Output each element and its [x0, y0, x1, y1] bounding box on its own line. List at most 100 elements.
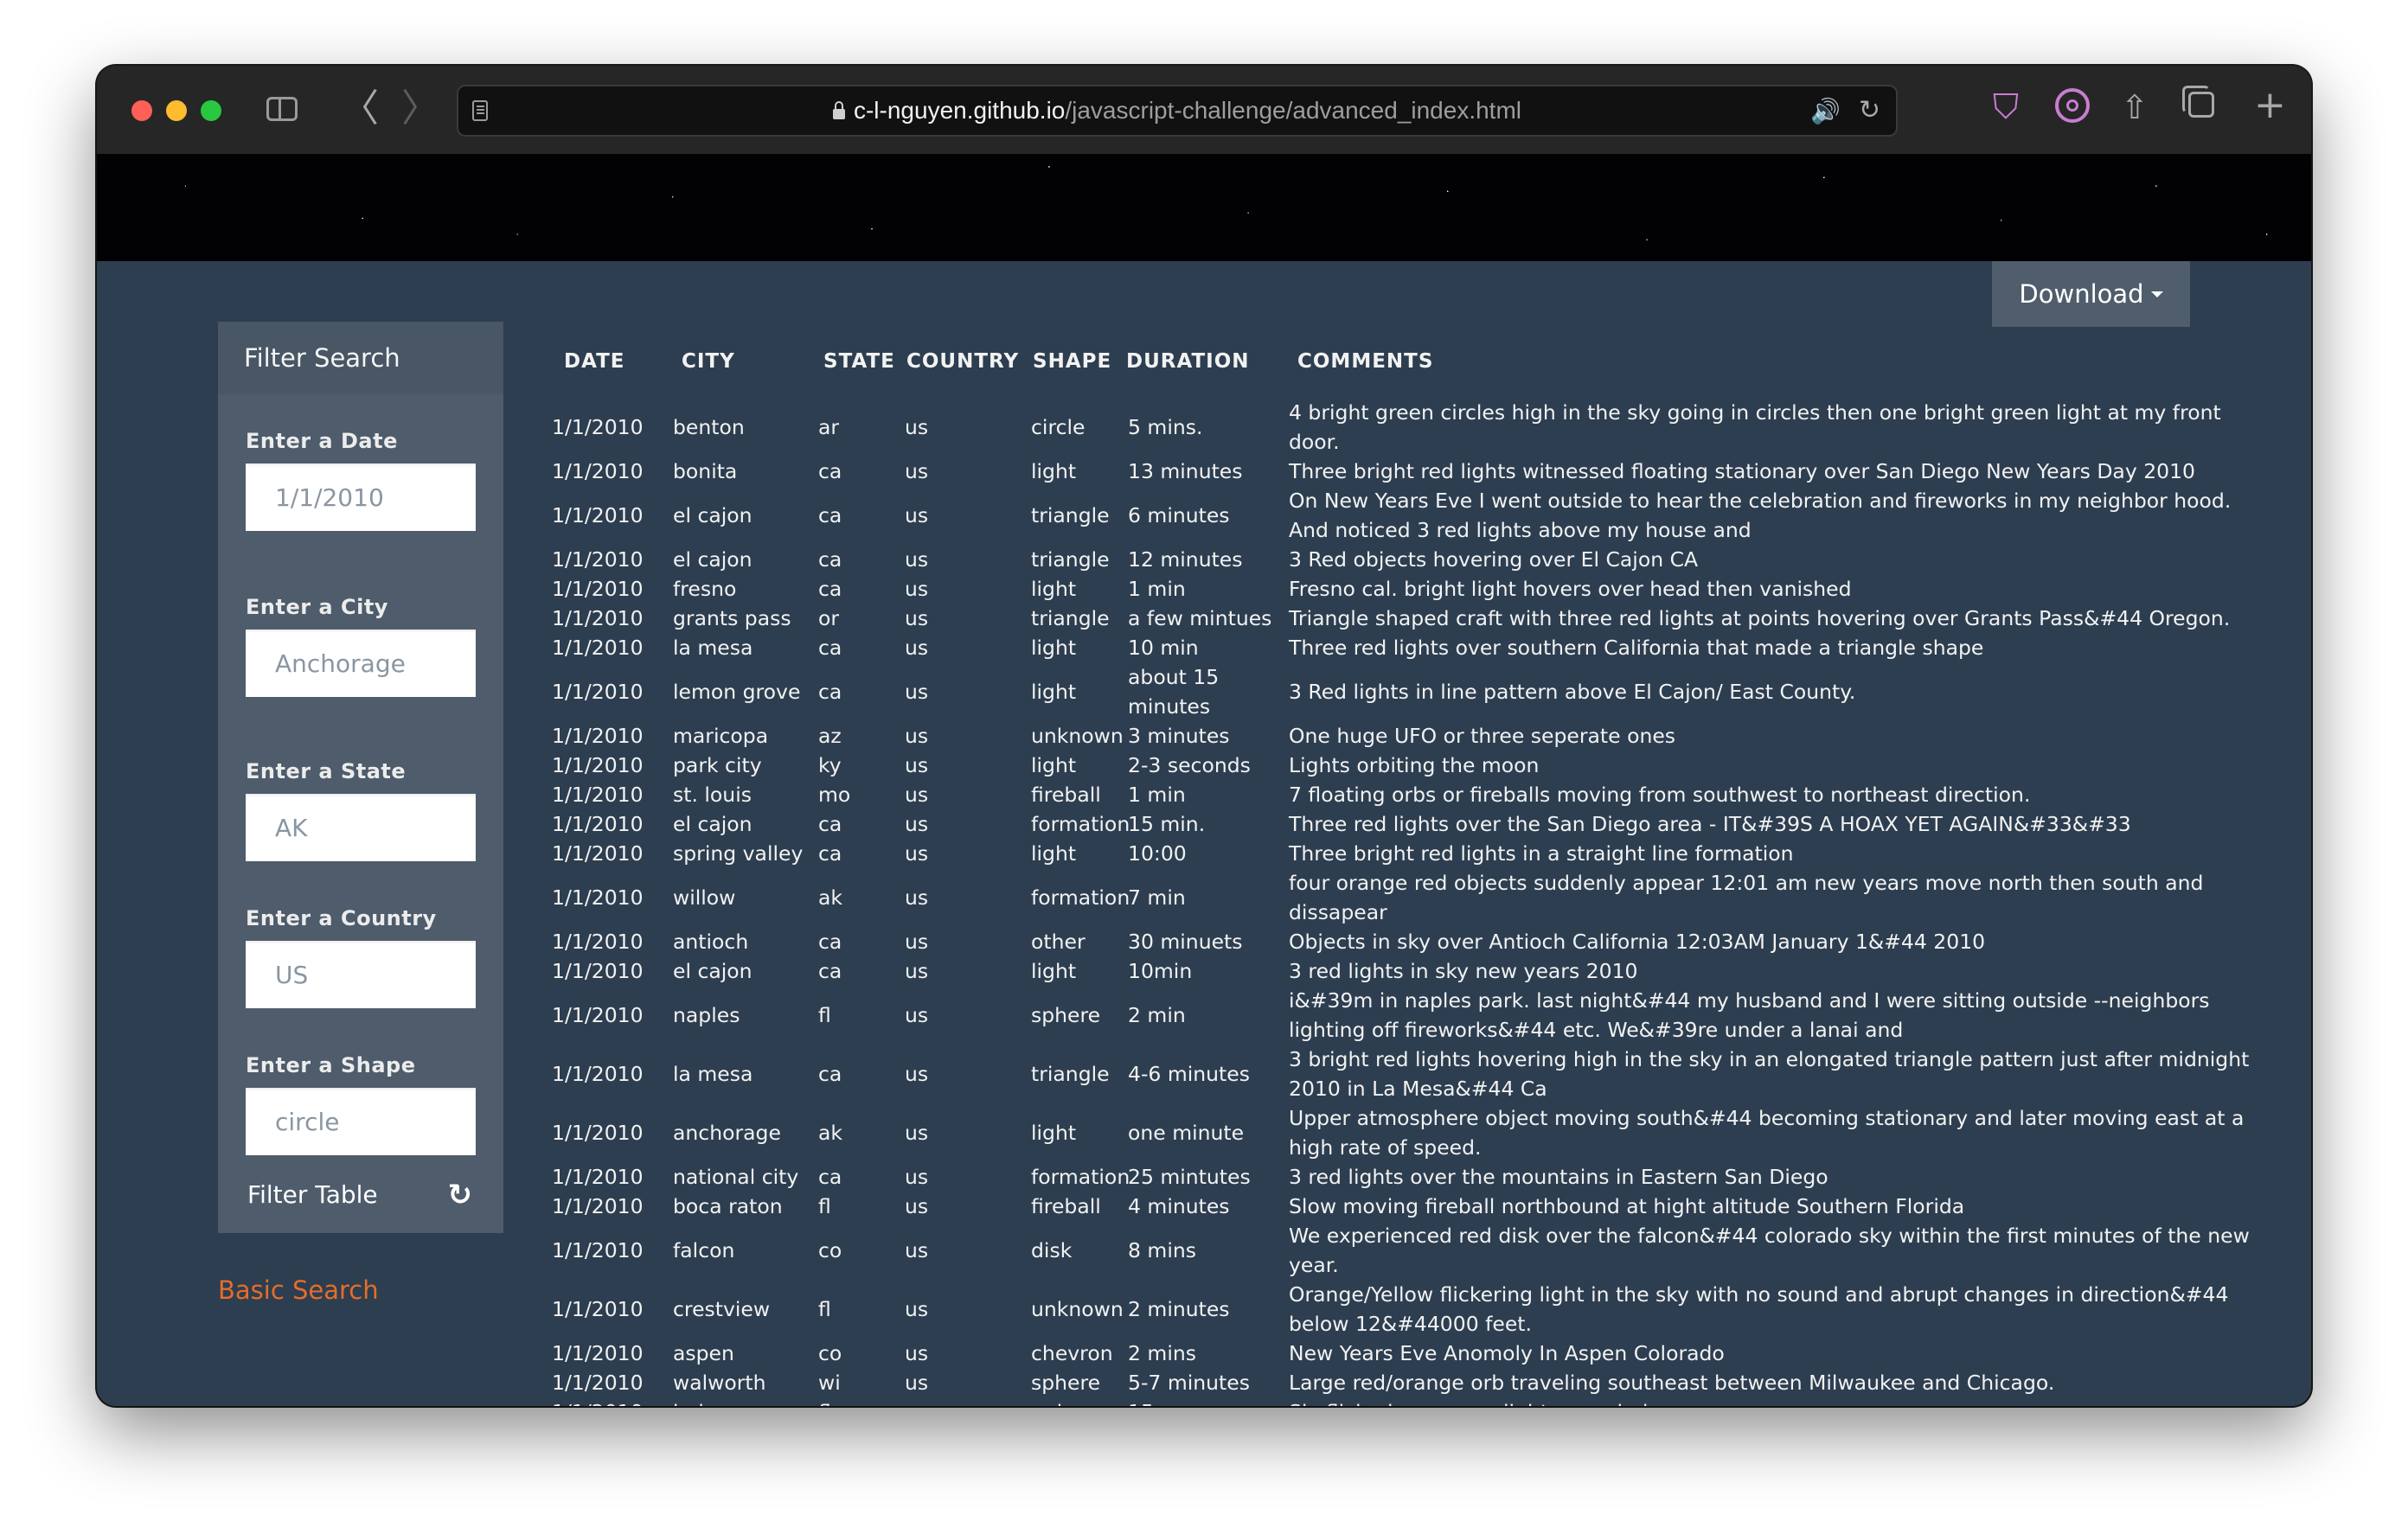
- cell-date: 1/1/2010: [552, 680, 644, 704]
- cell-city: falcon: [673, 1238, 735, 1262]
- shape-label: Enter a Shape: [246, 1053, 416, 1077]
- cell-duration: 4 minutes: [1128, 1194, 1230, 1218]
- new-tab-icon[interactable]: +: [2254, 81, 2286, 130]
- cell-date: 1/1/2010: [552, 1165, 644, 1189]
- share-icon[interactable]: ⇧: [2121, 83, 2149, 131]
- city-input[interactable]: [246, 630, 476, 697]
- minimize-window-button[interactable]: [166, 100, 187, 121]
- zoom-window-button[interactable]: [201, 100, 221, 121]
- browser-window: 〈 〉 c-l-nguyen.github.io/javascript-chal…: [97, 66, 2311, 1406]
- cell-country: us: [905, 724, 929, 748]
- close-window-button[interactable]: [131, 100, 152, 121]
- comment-line: Upper atmosphere object moving south&#44…: [1289, 1106, 2245, 1130]
- filter-table-button[interactable]: Filter Table ↻: [218, 1157, 503, 1233]
- cell-date: 1/1/2010: [552, 1194, 644, 1218]
- cell-city: la mesa: [673, 636, 753, 660]
- table-body: 1/1/2010 benton ar us circle 5 mins. 4 bright …: [552, 398, 2273, 1406]
- cell-shape: unknown: [1031, 1397, 1128, 1406]
- cell-state: az: [818, 724, 842, 748]
- table-row: 1/1/2010 falcon co us disk 8 mins We experienc…: [552, 1221, 2273, 1280]
- download-dropdown-button[interactable]: Download: [1992, 261, 2190, 327]
- cell-state: fl: [818, 1397, 905, 1406]
- table-row: 1/1/2010 naples fl us sphere 2 min i&#39m in n…: [552, 986, 2273, 1045]
- cell-shape: sphere: [1031, 1371, 1101, 1395]
- comment-line: 4 bright green circles high in the sky g…: [1289, 400, 2221, 425]
- sidebar-toggle-icon[interactable]: [266, 97, 298, 121]
- cell-city: baker: [673, 1397, 818, 1406]
- column-header-state[interactable]: STATE: [823, 341, 895, 382]
- shield-extension-icon[interactable]: ⛉: [1993, 86, 2027, 128]
- cell-duration: 12 minutes: [1128, 547, 1243, 572]
- comment-line: lighting off fireworks&#44 etc. We&#39re…: [1289, 1018, 1904, 1042]
- cell-city: maricopa: [673, 724, 769, 748]
- state-input[interactable]: [246, 794, 476, 861]
- back-icon[interactable]: 〈: [341, 85, 379, 133]
- cell-comments: 4 bright green circles high in the sky g…: [1289, 398, 2266, 457]
- column-header-duration[interactable]: DURATION: [1126, 341, 1250, 382]
- comment-line: 3 bright red lights hovering high in the…: [1289, 1047, 2250, 1071]
- cell-city: fresno: [673, 577, 737, 601]
- cell-comments: One huge UFO or three seperate ones: [1289, 721, 2266, 751]
- ufo-sightings-table: DATE CITY STATE COUNTRY SHAPE DURATION C…: [552, 341, 2273, 1406]
- caret-down-icon: [2150, 291, 2163, 297]
- cell-date: 1/1/2010: [552, 812, 644, 836]
- cell-comments: i&#39m in naples park. last night&#44 my…: [1289, 986, 2266, 1045]
- date-input[interactable]: [246, 463, 476, 531]
- country-input[interactable]: [246, 941, 476, 1008]
- cell-date: 1/1/2010: [552, 885, 644, 910]
- url-host: c-l-nguyen.github.io: [853, 97, 1066, 124]
- basic-search-link[interactable]: Basic Search: [218, 1273, 379, 1307]
- cell-state: ak: [818, 885, 843, 910]
- url-text[interactable]: c-l-nguyen.github.io/javascript-challeng…: [458, 86, 1896, 135]
- cell-shape: light: [1031, 1121, 1077, 1145]
- cell-shape: unknown: [1031, 724, 1124, 748]
- cell-comments: Triangle shaped craft with three red lig…: [1289, 604, 2266, 633]
- lock-icon: [832, 101, 845, 119]
- cell-duration: 2 minutes: [1128, 1297, 1230, 1321]
- cell-shape: unknown: [1031, 1297, 1124, 1321]
- cell-shape: light: [1031, 680, 1077, 704]
- table-row: 1/1/2010 el cajon ca us triangle 6 minutes On …: [552, 486, 2273, 545]
- cell-country: us: [905, 930, 929, 954]
- cell-duration: 15 min.: [1128, 812, 1206, 836]
- cell-city: anchorage: [673, 1121, 781, 1145]
- cell-date: 1/1/2010: [552, 1121, 644, 1145]
- comment-line: Objects in sky over Antioch California 1…: [1289, 930, 1986, 954]
- tabs-overview-icon[interactable]: [2182, 86, 2214, 118]
- cell-duration: 2 min: [1128, 1003, 1186, 1027]
- cell-country: us: [905, 885, 929, 910]
- shape-input[interactable]: [246, 1088, 476, 1155]
- password-manager-icon[interactable]: [2055, 88, 2090, 123]
- cell-country: us: [905, 577, 929, 601]
- cell-city: el cajon: [673, 547, 752, 572]
- cell-city: national city: [673, 1165, 799, 1189]
- table-row: 1/1/2010 el cajon ca us light 10min 3 red ligh…: [552, 956, 2273, 986]
- country-label: Enter a Country: [246, 906, 437, 930]
- column-header-country[interactable]: COUNTRY: [906, 341, 1019, 382]
- speaker-icon[interactable]: 🔊: [1810, 97, 1841, 126]
- reload-icon[interactable]: ↻: [1859, 95, 1880, 126]
- table-row: 1/1/2010bakerflusunknown15 Six flickering…: [552, 1397, 2273, 1406]
- comment-line: Triangle shaped craft with three red lig…: [1289, 606, 2231, 630]
- cell-comments: Three red lights over the San Diego area…: [1289, 809, 2266, 839]
- refresh-icon[interactable]: ↻: [448, 1157, 473, 1233]
- table-row: 1/1/2010 crestview fl us unknown 2 minutes Ora…: [552, 1280, 2273, 1339]
- cell-state: co: [818, 1238, 842, 1262]
- cell-shape: light: [1031, 841, 1077, 866]
- column-header-shape[interactable]: SHAPE: [1033, 341, 1111, 382]
- column-header-city[interactable]: CITY: [682, 341, 735, 382]
- forward-icon[interactable]: 〉: [401, 85, 439, 133]
- cell-country: us: [905, 783, 929, 807]
- cell-country: us: [905, 1121, 929, 1145]
- cell-state: ca: [818, 930, 842, 954]
- cell-country: us: [905, 503, 929, 527]
- cell-duration: 10min: [1128, 959, 1193, 983]
- cell-comments: Objects in sky over Antioch California 1…: [1289, 927, 2266, 956]
- filter-table-label: Filter Table: [247, 1180, 378, 1209]
- comment-line: One huge UFO or three seperate ones: [1289, 724, 1676, 748]
- cell-shape: light: [1031, 753, 1077, 777]
- column-header-date[interactable]: DATE: [564, 341, 625, 382]
- address-bar[interactable]: c-l-nguyen.github.io/javascript-challeng…: [457, 85, 1898, 137]
- comment-line: On New Years Eve I went outside to hear …: [1289, 489, 2232, 513]
- column-header-comments[interactable]: COMMENTS: [1297, 341, 1433, 382]
